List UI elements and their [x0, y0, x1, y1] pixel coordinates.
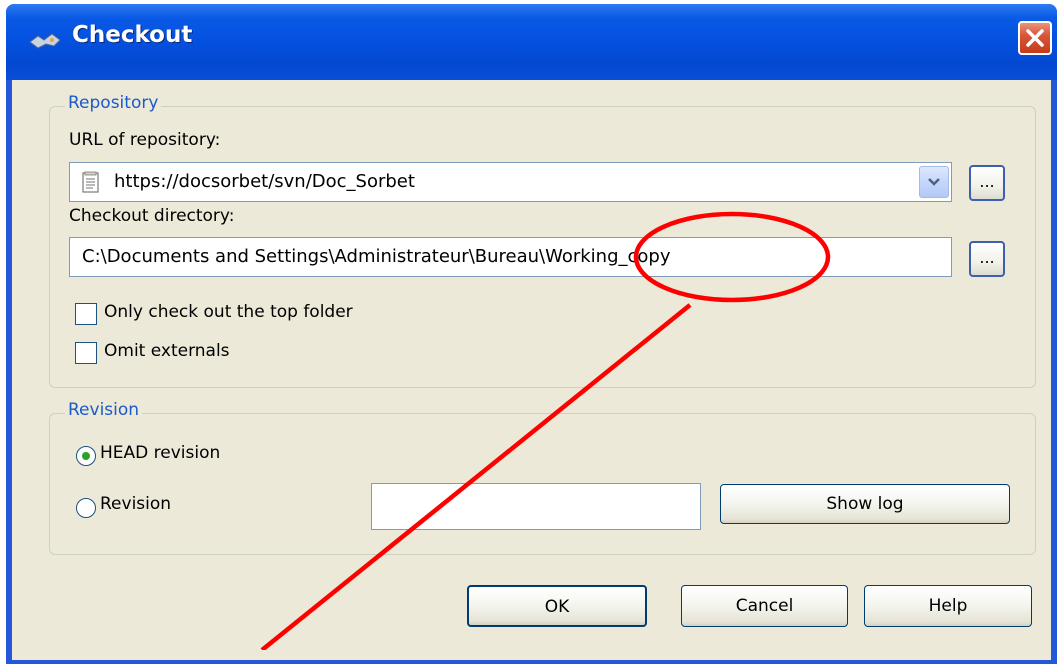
only-top-folder-label[interactable]: Only check out the top folder [104, 302, 353, 322]
checkout-dir-value: C:\Documents and Settings\Administrateur… [82, 246, 671, 267]
head-revision-label[interactable]: HEAD revision [100, 443, 220, 463]
radio-selected-dot [82, 452, 90, 460]
show-log-button[interactable]: Show log [720, 484, 1010, 524]
dialog-client-area: Repository URL of repository: https://do… [12, 80, 1051, 660]
revision-input[interactable] [371, 483, 701, 530]
chevron-down-icon [928, 178, 940, 186]
checkout-app-icon [29, 33, 61, 49]
cancel-button[interactable]: Cancel [681, 585, 848, 627]
revision-label[interactable]: Revision [100, 494, 171, 514]
help-button[interactable]: Help [864, 585, 1032, 627]
revision-group-title: Revision [65, 400, 143, 420]
title-bar[interactable]: Checkout [6, 4, 1057, 80]
url-value: https://docsorbet/svn/Doc_Sorbet [114, 171, 415, 192]
repository-group-title: Repository [65, 93, 162, 113]
revision-radio[interactable] [76, 498, 96, 518]
url-label: URL of repository: [69, 130, 221, 150]
url-combobox[interactable]: https://docsorbet/svn/Doc_Sorbet [69, 162, 952, 202]
omit-externals-label[interactable]: Omit externals [104, 341, 230, 361]
close-button[interactable] [1018, 21, 1052, 55]
checkout-dir-browse-button[interactable]: ... [969, 241, 1005, 277]
document-icon [82, 171, 99, 193]
omit-externals-checkbox[interactable] [75, 342, 97, 364]
window-title: Checkout [72, 22, 193, 48]
checkout-dialog: Checkout Repository URL of repository: h… [6, 4, 1057, 664]
close-icon [1026, 29, 1044, 47]
checkout-dir-input[interactable]: C:\Documents and Settings\Administrateur… [69, 237, 952, 277]
url-browse-button[interactable]: ... [969, 165, 1005, 201]
checkout-dir-label: Checkout directory: [69, 206, 235, 226]
url-dropdown-button[interactable] [919, 166, 949, 198]
head-revision-radio[interactable] [76, 446, 96, 466]
ok-button[interactable]: OK [467, 585, 647, 627]
only-top-folder-checkbox[interactable] [75, 303, 97, 325]
